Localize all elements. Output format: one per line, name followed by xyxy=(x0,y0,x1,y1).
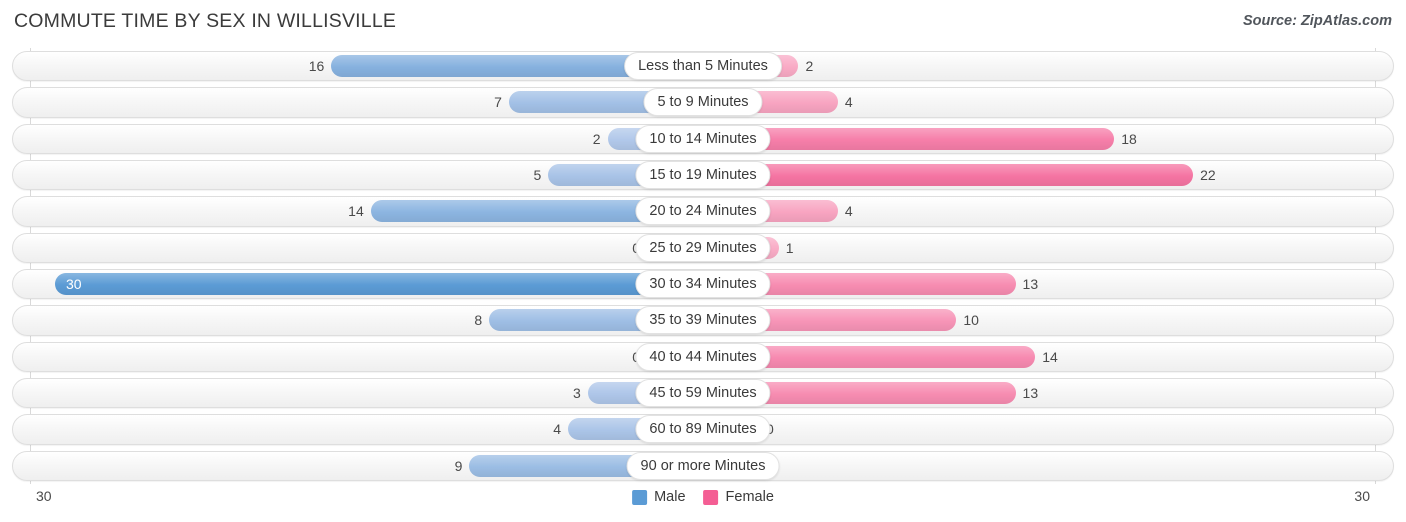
bar-value-female: 14 xyxy=(1042,348,1058,365)
bar-row: 5 22 15 to 19 Minutes xyxy=(0,157,1406,193)
bar-value-male: 4 xyxy=(553,421,562,438)
category-label: 10 to 14 Minutes xyxy=(635,124,771,153)
category-label: 35 to 39 Minutes xyxy=(635,306,771,335)
legend-label: Male xyxy=(654,489,686,505)
bar-row: 2 18 10 to 14 Minutes xyxy=(0,121,1406,157)
legend-label: Female xyxy=(725,489,774,505)
axis-min-label: 30 xyxy=(36,488,52,504)
bar-row: 01440 to 44 Minutes xyxy=(0,339,1406,375)
bar-value-male: 5 xyxy=(533,167,542,184)
bar-value-male: 9 xyxy=(454,457,463,474)
bar-row: 16 2 Less than 5 Minutes xyxy=(0,48,1406,84)
bar-row: 7 4 5 to 9 Minutes xyxy=(0,84,1406,120)
bar-row: 30 13 30 to 34 Minutes xyxy=(0,266,1406,302)
bar-value-female: 13 xyxy=(1022,276,1039,293)
chart-legend: Male Female xyxy=(632,489,774,505)
category-label: Less than 5 Minutes xyxy=(624,52,782,81)
bar-row: 8 10 35 to 39 Minutes xyxy=(0,302,1406,338)
bar-value-male: 7 xyxy=(494,94,502,111)
bar-value-female: 4 xyxy=(844,94,853,111)
bar-value-male: 8 xyxy=(474,312,483,329)
bar-row: 0125 to 29 Minutes xyxy=(0,230,1406,266)
category-label: 5 to 9 Minutes xyxy=(643,88,763,117)
bar-value-male: 30 xyxy=(66,276,82,293)
bar-value-female: 10 xyxy=(963,312,979,329)
bar-value-female: 1 xyxy=(785,239,794,256)
bar-rows-container: 16 2 Less than 5 Minutes 7 4 5 to 9 Minutes 2 1… xyxy=(0,48,1406,484)
axis-max-label: 30 xyxy=(1354,488,1370,504)
category-label: 25 to 29 Minutes xyxy=(635,233,771,262)
legend-swatch-icon xyxy=(703,489,719,505)
category-label: 60 to 89 Minutes xyxy=(635,415,771,444)
bar-value-male: 2 xyxy=(592,130,601,147)
chart-plot-area: 16 2 Less than 5 Minutes 7 4 5 to 9 Minutes 2 1… xyxy=(0,48,1406,484)
bar-male[interactable]: 30 xyxy=(55,273,703,296)
bar-value-female: 2 xyxy=(805,58,814,75)
chart-footer: 30 30 Male Female xyxy=(0,484,1406,522)
bar-value-male: 16 xyxy=(308,58,325,75)
bar-row: 4060 to 89 Minutes xyxy=(0,411,1406,447)
bar-value-female: 13 xyxy=(1022,385,1039,402)
page-title: COMMUTE TIME BY SEX IN WILLISVILLE xyxy=(14,10,397,32)
legend-item-male[interactable]: Male xyxy=(632,489,686,505)
bar-value-female: 22 xyxy=(1200,167,1216,184)
category-label: 40 to 44 Minutes xyxy=(635,342,771,371)
category-label: 90 or more Minutes xyxy=(626,451,780,480)
bar-value-male: 3 xyxy=(573,385,581,402)
legend-item-female[interactable]: Female xyxy=(703,489,774,505)
bar-value-female: 4 xyxy=(844,203,853,220)
source-attribution: Source: ZipAtlas.com xyxy=(1242,13,1392,29)
category-label: 30 to 34 Minutes xyxy=(635,270,771,299)
bar-value-female: 18 xyxy=(1121,130,1137,147)
bar-row: 14 4 20 to 24 Minutes xyxy=(0,193,1406,229)
bar-female[interactable]: 22 xyxy=(703,164,1216,187)
category-label: 20 to 24 Minutes xyxy=(635,197,771,226)
bar-row: 9090 or more Minutes xyxy=(0,448,1406,484)
bar-value-male: 14 xyxy=(348,203,364,220)
category-label: 45 to 59 Minutes xyxy=(635,379,771,408)
category-label: 15 to 19 Minutes xyxy=(635,161,771,190)
bar-row: 3 13 45 to 59 Minutes xyxy=(0,375,1406,411)
chart-header: COMMUTE TIME BY SEX IN WILLISVILLE Sourc… xyxy=(0,0,1406,44)
legend-swatch-icon xyxy=(632,489,648,505)
